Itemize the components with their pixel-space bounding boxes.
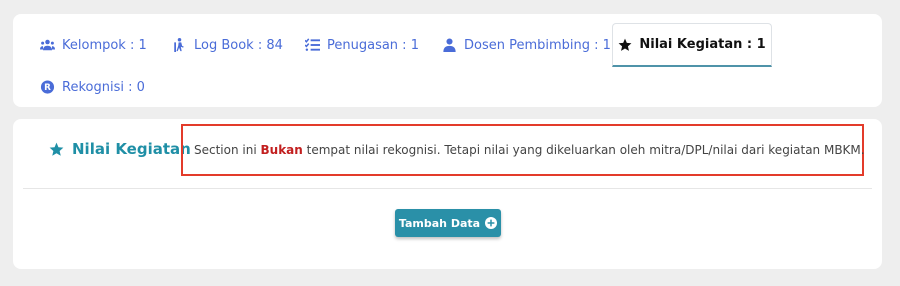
notice-highlight: Bukan [260,143,303,157]
plus-circle-icon [485,217,498,229]
tabs-card: Kelompok : 1 Log Book : 84 Penugasan : 1… [13,14,882,107]
tab-logbook-label: Log Book : 84 [194,37,283,53]
notice-text: Section ini Bukan tempat nilai rekognisi… [194,143,865,157]
tambah-data-label: Tambah Data [398,216,481,230]
tab-kelompok[interactable]: Kelompok : 1 [40,35,147,55]
hiking-icon [174,38,184,52]
section-title-text: Nilai Kegiatan [72,140,191,158]
notice-text-before: Section ini [194,143,261,157]
user-tie-icon [443,38,456,52]
tab-rekognisi[interactable]: R Rekognisi : 0 [40,77,145,97]
svg-text:R: R [44,83,51,93]
star-icon [49,142,64,156]
divider [23,188,872,189]
users-icon [40,39,55,51]
star-icon [618,38,632,51]
nilai-kegiatan-panel: Nilai Kegiatan Section ini Bukan tempat … [13,119,882,269]
registered-icon: R [40,80,55,94]
tab-nilai-label: Nilai Kegiatan : 1 [639,37,766,52]
notice-box: Section ini Bukan tempat nilai rekognisi… [181,124,865,176]
tab-nilai-kegiatan[interactable]: Nilai Kegiatan : 1 [612,23,772,67]
tambah-data-button[interactable]: Tambah Data [395,209,501,237]
tasks-icon [305,38,320,51]
tab-logbook[interactable]: Log Book : 84 [172,35,283,55]
tab-kelompok-label: Kelompok : 1 [62,37,147,53]
notice-text-after: tempat nilai rekognisi. Tetapi nilai yan… [302,143,865,157]
tab-dosen-pembimbing[interactable]: Dosen Pembimbing : 1 [442,35,611,55]
tab-penugasan-label: Penugasan : 1 [327,37,419,53]
tab-rekognisi-label: Rekognisi : 0 [62,79,145,95]
tab-penugasan[interactable]: Penugasan : 1 [305,35,419,55]
section-title: Nilai Kegiatan [49,140,191,158]
tab-dosen-label: Dosen Pembimbing : 1 [464,37,611,53]
